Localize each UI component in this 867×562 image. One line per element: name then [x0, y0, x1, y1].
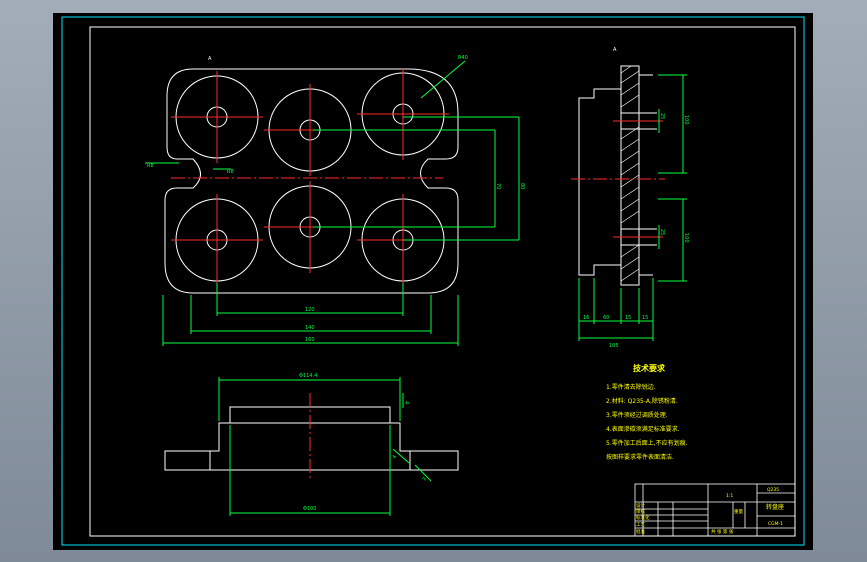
- dim-left-r: R8: [147, 163, 154, 169]
- title-block: 转盘座 Q235 1:1 CGM-1 设计 审核 标准化 工艺 批准 重量 共 …: [634, 483, 796, 537]
- title-doc: CGM-1: [768, 521, 783, 527]
- dim-side-s2: 25: [659, 229, 665, 235]
- cad-window: R40 R8 R8 70 80 120 140 160 A 105 16 60 …: [0, 0, 867, 562]
- title-material: Q235: [767, 487, 779, 493]
- technical-drawing: R40 R8 R8 70 80 120 140 160 A 105 16 60 …: [61, 16, 805, 546]
- side-body: [578, 88, 622, 276]
- dim-h3: 160: [305, 337, 315, 343]
- front-outline: [164, 406, 459, 471]
- plate-outline: [164, 68, 459, 294]
- side-view: 105 16 60 15 15 100 100 25 25 A: [571, 47, 689, 349]
- title-weight: 重量: [734, 508, 743, 515]
- dim-side-h1: 100: [683, 115, 689, 125]
- dim-side-total: 105: [609, 343, 619, 349]
- title-approve: 批准: [636, 528, 645, 535]
- front-view: Φ114.4 Φ100 4 4 2: [164, 373, 459, 516]
- dim-side-a: 16: [583, 315, 589, 321]
- dim-side-d: 15: [642, 315, 648, 321]
- hatching: [620, 65, 640, 282]
- dim-h2: 140: [305, 325, 315, 331]
- title-designer: 设计: [636, 502, 645, 509]
- title-process: 工艺: [636, 522, 645, 528]
- dim-side-h2: 100: [683, 233, 689, 243]
- title-part-name: 转盘座: [766, 503, 784, 511]
- dim-h1: 120: [305, 307, 315, 313]
- tech-req-item-1: 1.零件清去除锐边.: [606, 383, 656, 391]
- tech-requirements: 技术要求 1.零件清去除锐边. 2.材料: Q235-A,除锈粉清. 3.零件须…: [606, 363, 688, 461]
- title-checker: 审核: [636, 508, 645, 515]
- front-dimensions: [218, 377, 432, 516]
- tech-req-item-2: 2.材料: Q235-A,除锈粉清.: [606, 397, 678, 405]
- tech-req-item-3: 3.零件须经过调质处理.: [606, 411, 668, 419]
- section-mark-side: A: [613, 47, 617, 53]
- section-mark: A: [208, 56, 212, 62]
- centerlines: [171, 68, 449, 286]
- dim-side-s1: 25: [659, 113, 665, 119]
- dim-v-outer: 80: [519, 183, 525, 189]
- side-flange: [620, 65, 640, 286]
- tech-req-item-4: 4.表面渗碳须满足标准要求.: [606, 425, 680, 433]
- title-sheets: 共 张 第 张: [711, 528, 734, 535]
- dim-front-bot: Φ100: [303, 506, 316, 512]
- outer-frame: [61, 16, 805, 546]
- tech-req-item-5: 5.零件加工后面上,不应有划痕.: [606, 439, 688, 447]
- side-dimensions: [578, 74, 687, 341]
- dim-mid-r: R8: [227, 169, 234, 175]
- dim-top-r: R40: [458, 55, 468, 61]
- top-view: R40 R8 R8 70 80 120 140 160 A: [145, 55, 525, 346]
- dim-front-r2: 4: [392, 454, 399, 460]
- dim-side-c: 15: [625, 315, 631, 321]
- title-scale: 1:1: [726, 493, 733, 499]
- dim-front-top: Φ114.4: [299, 373, 317, 379]
- top-dimensions: [145, 60, 520, 346]
- dim-v-inner: 70: [495, 183, 501, 189]
- title-std: 标准化: [636, 514, 650, 521]
- tech-req-item-6: 按图样要求零件表面清洁.: [606, 453, 674, 461]
- dim-side-b: 60: [603, 315, 609, 321]
- drawing-canvas[interactable]: R40 R8 R8 70 80 120 140 160 A 105 16 60 …: [53, 13, 813, 550]
- tech-req-title: 技术要求: [633, 363, 666, 373]
- dim-front-r1: 4: [403, 401, 409, 404]
